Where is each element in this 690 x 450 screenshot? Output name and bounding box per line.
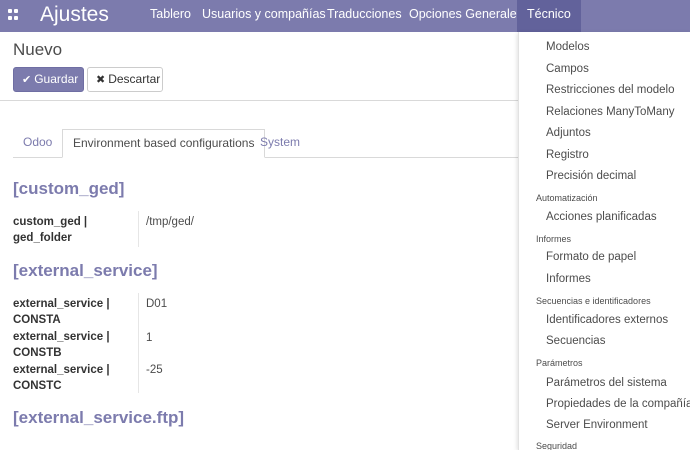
field-value-consta[interactable]: D01 (146, 298, 167, 310)
menu-tablero[interactable]: Tablero (150, 0, 191, 32)
discard-button[interactable]: ✖ Descartar (87, 67, 163, 92)
menu-item-formato-papel[interactable]: Formato de papel (546, 251, 636, 263)
section-title-custom-ged: [custom_ged] (13, 179, 125, 198)
menu-opciones-generales[interactable]: Opciones Generales (409, 0, 523, 32)
tecnico-dropdown-menu: Modelos Campos Restricciones del modelo … (518, 32, 690, 450)
menu-item-identificadores[interactable]: Identificadores externos (546, 314, 668, 326)
field-separator (138, 293, 139, 393)
notebook-tabs: Odoo Environment based configurations Sy… (13, 129, 518, 158)
menu-item-modelos[interactable]: Modelos (546, 41, 589, 53)
menu-item-adjuntos[interactable]: Adjuntos (546, 127, 591, 139)
close-icon: ✖ (96, 74, 106, 86)
menu-header-seguridad: Seguridad (536, 441, 578, 450)
menu-header-informes: Informes (536, 234, 572, 244)
menu-item-acciones-planificadas[interactable]: Acciones planificadas (546, 211, 657, 223)
save-button-label: Guardar (34, 72, 79, 86)
field-value-constb[interactable]: 1 (146, 332, 152, 344)
menu-item-server-environment[interactable]: Server Environment (546, 419, 648, 431)
menu-item-propiedades-compania[interactable]: Propiedades de la compañía (546, 398, 690, 410)
field-label-ged-folder: custom_ged | ged_folder (13, 216, 88, 244)
page-title: Nuevo (13, 40, 63, 59)
field-value-ged-folder[interactable]: /tmp/ged/ (146, 216, 194, 228)
top-navbar: Ajustes Tablero Usuarios y compañías Tra… (0, 0, 690, 32)
menu-item-secuencias[interactable]: Secuencias (546, 335, 605, 347)
check-icon: ✔ (22, 74, 32, 86)
tab-environment-configs[interactable]: Environment based configurations (62, 129, 266, 158)
menu-item-campos[interactable]: Campos (546, 63, 589, 75)
section-title-external-service: [external_service] (13, 261, 158, 280)
tab-system[interactable]: System (260, 129, 300, 158)
save-button[interactable]: ✔ Guardar (13, 67, 84, 92)
field-separator (138, 211, 139, 247)
control-panel-divider (0, 100, 518, 101)
menu-usuarios-companias[interactable]: Usuarios y compañías (202, 0, 326, 32)
menu-item-relaciones[interactable]: Relaciones ManyToMany (546, 106, 674, 118)
field-label-constc: external_service | CONSTC (13, 364, 110, 392)
apps-grid-icon[interactable] (8, 9, 19, 20)
app-brand-title[interactable]: Ajustes (40, 2, 109, 28)
tab-odoo[interactable]: Odoo (23, 129, 52, 158)
menu-item-restricciones[interactable]: Restricciones del modelo (546, 84, 674, 96)
section-title-external-service-ftp: [external_service.ftp] (13, 408, 185, 427)
discard-button-label: Descartar (108, 72, 161, 86)
menu-item-informes[interactable]: Informes (546, 273, 591, 285)
menu-item-parametros-sistema[interactable]: Parámetros del sistema (546, 377, 667, 389)
field-label-consta: external_service | CONSTA (13, 298, 110, 326)
menu-item-precision-decimal[interactable]: Precisión decimal (546, 170, 636, 182)
menu-tecnico[interactable]: Técnico (517, 0, 581, 32)
field-label-constb: external_service | CONSTB (13, 331, 110, 359)
menu-item-registro[interactable]: Registro (546, 149, 589, 161)
menu-traducciones[interactable]: Traducciones (327, 0, 402, 32)
menu-header-automatizacion: Automatización (536, 193, 598, 203)
field-value-constc[interactable]: -25 (146, 364, 163, 376)
menu-header-secuencias: Secuencias e identificadores (536, 296, 651, 306)
menu-header-parametros: Parámetros (536, 358, 583, 368)
